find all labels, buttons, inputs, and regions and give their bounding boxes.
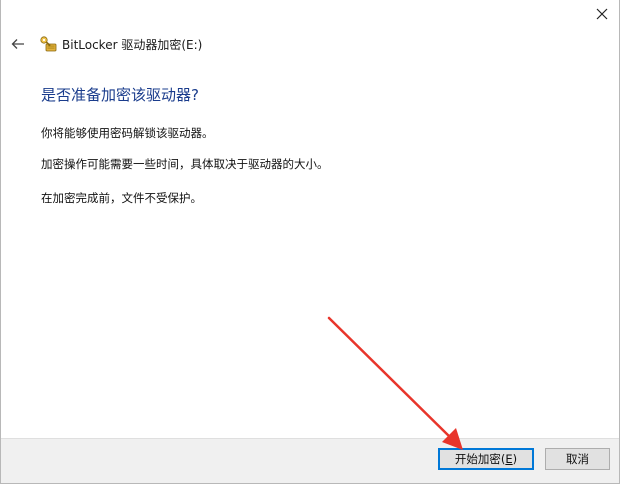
- info-text-password: 你将能够使用密码解锁该驱动器。: [41, 126, 214, 140]
- bitlocker-dialog: BitLocker 驱动器加密(E:) 是否准备加密该驱动器? 你将能够使用密码…: [0, 0, 620, 484]
- back-button[interactable]: [5, 32, 31, 56]
- dialog-footer: 开始加密(E) 取消: [1, 438, 619, 483]
- close-button[interactable]: [585, 0, 619, 28]
- back-arrow-icon: [11, 39, 24, 49]
- start-encryption-button[interactable]: 开始加密(E): [438, 448, 534, 470]
- title-bar: BitLocker 驱动器加密(E:): [1, 32, 202, 56]
- info-text-unprotected: 在加密完成前，文件不受保护。: [41, 191, 202, 205]
- page-heading: 是否准备加密该驱动器?: [41, 86, 199, 104]
- info-text-duration: 加密操作可能需要一些时间，具体取决于驱动器的大小。: [41, 157, 329, 171]
- start-button-accelerator: E: [505, 452, 513, 466]
- annotation-arrow: [327, 316, 463, 450]
- close-icon: [596, 8, 608, 20]
- start-button-label-prefix: 开始加密(: [454, 452, 506, 466]
- start-button-label-suffix: ): [512, 452, 518, 466]
- cancel-button[interactable]: 取消: [545, 448, 610, 470]
- bitlocker-key-icon: [40, 36, 57, 52]
- window-title: BitLocker 驱动器加密(E:): [62, 37, 203, 52]
